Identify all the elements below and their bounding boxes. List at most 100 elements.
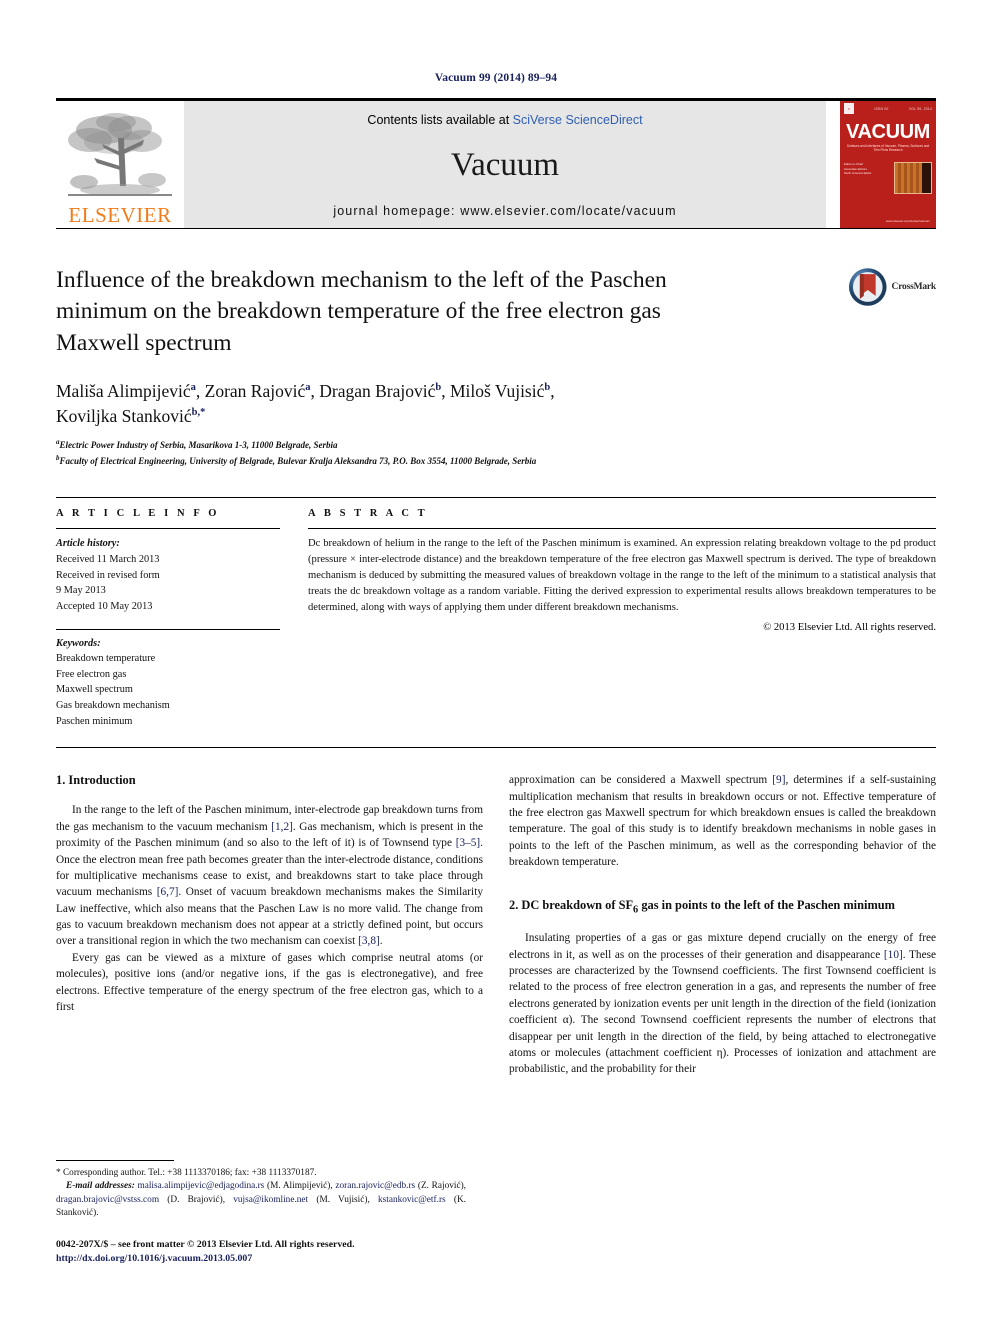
- paragraph: approximation can be considered a Maxwel…: [509, 772, 936, 870]
- section-heading-introduction: 1. Introduction: [56, 773, 136, 788]
- journal-banner: Contents lists available at SciVerse Sci…: [184, 101, 826, 228]
- abstract-rule: [308, 528, 936, 530]
- history-item: 9 May 2013: [56, 585, 106, 597]
- reference-link[interactable]: [3–5]: [456, 837, 480, 849]
- issn-copyright-line: 0042-207X/$ – see front matter © 2013 El…: [56, 1238, 355, 1250]
- cover-subtitle: Surfaces and interfaces of Vacuum, Plasm…: [846, 144, 930, 153]
- sciencedirect-link[interactable]: SciVerse ScienceDirect: [513, 113, 643, 127]
- contents-line-prefix: Contents lists available at: [367, 113, 513, 127]
- author-name: Zoran Rajović: [204, 380, 306, 401]
- page-title: Influence of the breakdown mechanism to …: [56, 267, 667, 356]
- author-affil-marker: b: [544, 381, 551, 393]
- article-info-column: A R T I C L E I N F O Article history: R…: [56, 508, 280, 729]
- keywords-top-rule: [56, 628, 280, 630]
- email-link[interactable]: malisa.alimpijevic@edjagodina.rs: [137, 1181, 264, 1191]
- abstract-column: A B S T R A C T Dc breakdown of helium i…: [308, 508, 936, 729]
- title-block: CrossMark Influence of the breakdown mec…: [56, 265, 936, 469]
- abstract-heading: A B S T R A C T: [308, 508, 428, 520]
- cover-url: www.elsevier.com/locate/vacuum: [885, 219, 930, 223]
- crossmark-icon: [848, 268, 887, 306]
- cover-elsevier-icon: E: [844, 103, 854, 114]
- paragraph-text: Insulating properties of a gas or gas mi…: [509, 932, 936, 961]
- section-heading-text: gas in points to the left of the Paschen…: [638, 897, 895, 912]
- author-name: Koviljka Stanković: [56, 405, 192, 426]
- email-owner: (Z. Rajović): [417, 1181, 464, 1192]
- reference-link[interactable]: [10]: [884, 949, 903, 961]
- email-link[interactable]: kstankovic@etf.rs: [378, 1195, 446, 1205]
- email-link[interactable]: dragan.brajovic@vstss.com: [56, 1195, 159, 1205]
- contents-line: Contents lists available at SciVerse Sci…: [367, 113, 642, 127]
- elsevier-tree-icon: [68, 113, 172, 196]
- keyword-item: Paschen minimum: [56, 715, 133, 727]
- crossmark-badge[interactable]: CrossMark: [848, 265, 936, 309]
- abstract-text: Dc breakdown of helium in the range to t…: [308, 538, 936, 613]
- corresponding-author-note: * Corresponding author. Tel.: +38 111337…: [56, 1167, 317, 1178]
- info-abstract-region: A R T I C L E I N F O Article history: R…: [56, 497, 936, 729]
- paragraph-text: approximation can be considered a Maxwel…: [509, 774, 773, 787]
- paragraph-text: . These processes are characterized by t…: [509, 948, 937, 1076]
- cover-wordmark: VACUUM: [846, 121, 930, 143]
- cover-top-row: E ISSN 00 VOL 99, 2014: [840, 101, 936, 116]
- affiliation-list: aElectric Power Industry of Serbia, Masa…: [56, 437, 936, 469]
- abstract-copyright: © 2013 Elsevier Ltd. All rights reserved…: [763, 621, 936, 633]
- running-head: Vacuum 99 (2014) 89–94: [434, 72, 558, 84]
- article-info-rule: [56, 528, 280, 530]
- email-owner: (M. Vujisić): [316, 1194, 368, 1205]
- article-history-label: Article history:: [56, 538, 120, 550]
- crossmark-label: CrossMark: [891, 282, 937, 292]
- affiliation-item: aElectric Power Industry of Serbia, Masa…: [56, 437, 936, 453]
- affiliation-text: Faculty of Electrical Engineering, Unive…: [59, 456, 537, 467]
- author-name: Dragan Brajović: [319, 380, 436, 401]
- journal-masthead: ELSEVIER Contents lists available at Sci…: [56, 98, 936, 228]
- email-owner: (D. Brajović): [167, 1194, 223, 1205]
- keyword-item: Maxwell spectrum: [56, 684, 133, 696]
- history-item: Received in revised form: [56, 569, 160, 581]
- paragraph: Insulating properties of a gas or gas mi…: [509, 930, 936, 1077]
- keyword-item: Breakdown temperature: [56, 653, 156, 665]
- keyword-item: Free electron gas: [56, 668, 127, 680]
- body-column-right: approximation can be considered a Maxwel…: [509, 772, 936, 1077]
- section-heading-dc-breakdown: 2. DC breakdown of SF6 gas in points to …: [509, 897, 936, 918]
- author-affil-marker: b,*: [191, 406, 206, 418]
- reference-link[interactable]: [6,7]: [157, 886, 179, 898]
- author-affil-marker: b: [435, 381, 442, 393]
- footnote-area: * Corresponding author. Tel.: +38 111337…: [56, 1159, 466, 1267]
- author-name: Miloš Vujisić: [449, 380, 545, 401]
- email-link[interactable]: zoran.rajovic@edb.rs: [335, 1181, 415, 1191]
- paragraph-text: .: [379, 935, 383, 948]
- article-info-heading: A R T I C L E I N F O: [56, 508, 220, 520]
- author-affil-marker: a: [190, 381, 196, 393]
- section-heading-text: 2. DC breakdown of SF: [509, 897, 634, 912]
- history-item: Accepted 10 May 2013: [56, 600, 153, 612]
- body-columns: 1. Introduction In the range to the left…: [56, 772, 936, 1077]
- article-history-block: Article history: Received 11 March 2013 …: [56, 536, 280, 614]
- email-link[interactable]: vujsa@ikomline.net: [233, 1195, 308, 1205]
- journal-homepage-line[interactable]: journal homepage: www.elsevier.com/locat…: [333, 204, 676, 218]
- journal-cover-thumbnail: E ISSN 00 VOL 99, 2014 VACUUM Surfaces a…: [840, 101, 936, 228]
- affiliation-item: bFaculty of Electrical Engineering, Univ…: [56, 453, 936, 469]
- reference-link[interactable]: [1,2]: [271, 821, 293, 833]
- cover-middle-row: Editor-in-Chief Associate Editors North …: [844, 162, 933, 195]
- paragraph-text: , determines if a self-sustaining multip…: [509, 774, 936, 869]
- keyword-item: Gas breakdown mechanism: [56, 700, 170, 712]
- email-addresses-note: E-mail addresses: malisa.alimpijevic@edj…: [56, 1181, 466, 1219]
- masthead-bottom-rule: [56, 228, 936, 229]
- body-column-left: 1. Introduction In the range to the left…: [56, 772, 483, 1077]
- cover-illustration: [894, 162, 933, 195]
- footnote-rule: [56, 1159, 174, 1161]
- reference-link[interactable]: [3,8]: [358, 935, 380, 947]
- article-page: Vacuum 99 (2014) 89–94 ELSEVIER Contents…: [0, 0, 992, 1323]
- keywords-label: Keywords:: [56, 637, 101, 649]
- author-list: Mališa Alimpijevića, Zoran Rajovića, Dra…: [56, 380, 555, 426]
- email-label: E-mail addresses:: [66, 1181, 135, 1192]
- doi-link[interactable]: http://dx.doi.org/10.1016/j.vacuum.2013.…: [56, 1252, 466, 1267]
- paragraph: Every gas can be viewed as a mixture of …: [56, 951, 483, 1013]
- email-owner: (M. Alimpijević): [266, 1181, 331, 1192]
- journal-title: Vacuum: [450, 147, 560, 183]
- cover-editor-names: Editor-in-Chief Associate Editors North …: [844, 162, 890, 194]
- info-abstract-bottom-rule: [56, 747, 936, 749]
- cover-issn-right: VOL 99, 2014: [908, 106, 932, 111]
- reference-link[interactable]: [9]: [772, 774, 785, 786]
- affiliation-text: Electric Power Industry of Serbia, Masar…: [59, 440, 338, 451]
